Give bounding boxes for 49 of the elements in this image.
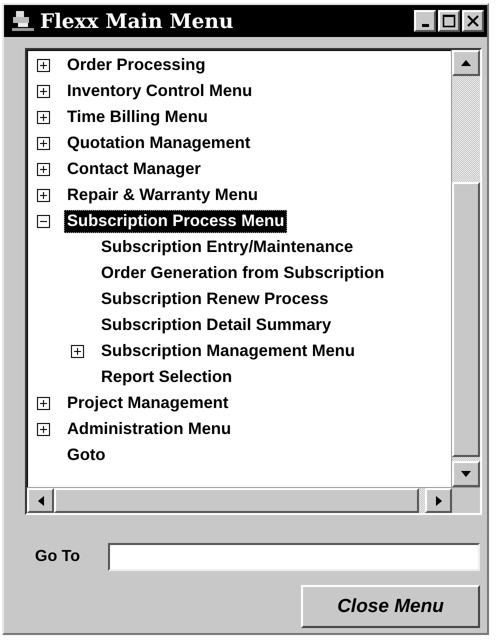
tree-item[interactable]: Subscription Process Menu — [64, 210, 288, 232]
scroll-track[interactable] — [419, 488, 425, 513]
tree-item[interactable]: Quotation Management — [64, 132, 254, 154]
tree-item[interactable]: Report Selection — [98, 366, 236, 388]
tree-item[interactable]: Subscription Detail Summary — [98, 314, 334, 336]
expand-icon[interactable] — [37, 188, 50, 202]
minimize-button[interactable] — [414, 10, 436, 32]
tree-item[interactable]: Project Management — [64, 392, 232, 414]
scroll-left-button[interactable] — [27, 488, 54, 513]
field-label: Go To — [35, 548, 82, 566]
collapse-icon[interactable] — [37, 214, 50, 228]
tree-item[interactable]: Subscription Management Menu — [98, 340, 358, 362]
tree-item[interactable]: Goto — [64, 444, 108, 466]
right-arrow-icon — [436, 496, 442, 506]
tree-item[interactable]: Repair & Warranty Menu — [64, 184, 262, 206]
scrollbar-corner — [452, 488, 480, 513]
scroll-thumb[interactable] — [452, 182, 480, 457]
input-field[interactable] — [108, 543, 480, 571]
scroll-right-button[interactable] — [425, 488, 452, 513]
down-arrow-icon — [461, 471, 471, 477]
expand-icon[interactable] — [37, 422, 50, 436]
expand-icon[interactable] — [37, 396, 50, 410]
tree-item[interactable]: Inventory Control Menu — [64, 80, 256, 102]
scroll-up-button[interactable] — [452, 50, 480, 76]
tree-item[interactable]: Contact Manager — [64, 158, 204, 180]
emblem-icon — [10, 9, 36, 33]
window-title: Flexx Main Menu — [40, 9, 234, 33]
tree-item[interactable]: Time Billing Menu — [64, 106, 211, 128]
expand-icon[interactable] — [37, 84, 50, 98]
tree-item[interactable]: Order Generation from Subscription — [98, 262, 388, 284]
scroll-down-button[interactable] — [452, 461, 480, 487]
close-button[interactable] — [462, 10, 484, 32]
expand-icon[interactable] — [37, 136, 50, 150]
maximize-button[interactable] — [438, 10, 460, 32]
vertical-scrollbar[interactable] — [451, 50, 480, 487]
expand-icon[interactable] — [71, 344, 84, 358]
tree-item[interactable]: Order Processing — [64, 54, 208, 76]
minimize-icon — [422, 24, 428, 26]
close-icon — [466, 14, 480, 28]
close-menu-button[interactable]: Close Menu — [301, 585, 480, 628]
left-arrow-icon — [38, 496, 44, 506]
tree-item[interactable]: Subscription Entry/Maintenance — [98, 236, 356, 258]
up-arrow-icon — [461, 60, 471, 66]
tree-item[interactable]: Administration Menu — [64, 418, 234, 440]
tree-item[interactable]: Subscription Renew Process — [98, 288, 332, 310]
maximize-icon — [442, 14, 456, 28]
expand-icon[interactable] — [37, 162, 50, 176]
expand-icon[interactable] — [37, 58, 50, 72]
expand-icon[interactable] — [37, 110, 50, 124]
